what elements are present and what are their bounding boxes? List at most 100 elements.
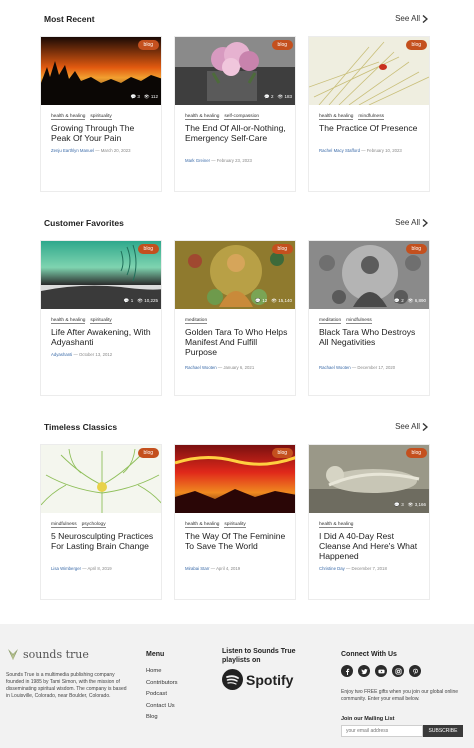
tag-link[interactable]: spirituality [90,114,112,120]
post-stats: 💬 2 👁 6,890 [394,298,426,303]
article-card[interactable]: blog mindfulness psychology 5 Neurosculpt… [40,444,162,600]
author-link[interactable]: Rachael Wooten [319,365,351,370]
post-date: January 6, 2021 [223,365,255,370]
article-card[interactable]: blog 💬 2 👁 183 health & healing self-compa… [174,36,296,192]
article-card[interactable]: blog 💬 12 👁 15,140 meditation Golden Tara… [174,240,296,396]
subscribe-button[interactable]: SUBSCRIBE [423,725,463,737]
tag-link[interactable]: meditation [319,318,342,324]
footer-logo[interactable]: sounds true [6,647,89,661]
article-thumbnail[interactable]: blog 💬 3 👁 112 [41,37,161,105]
post-date: October 13, 2012 [78,352,113,357]
blog-badge: blog [271,40,293,50]
youtube-icon[interactable] [375,665,387,677]
mailing-list-label: Join our Mailing List [341,716,395,722]
footer-menu-podcast[interactable]: Podcast [146,691,178,703]
article-title[interactable]: I Did A 40-Day Rest Cleanse And Here's W… [319,531,423,561]
tag-list: health & healing mindfulness [319,114,385,120]
article-title[interactable]: The End Of All-or-Nothing, Emergency Sel… [185,123,289,143]
tag-link[interactable]: mindfulness [346,318,372,324]
footer-menu-contact[interactable]: Contact Us [146,703,178,715]
tag-link[interactable]: meditation [185,318,208,324]
tag-link[interactable]: health & healing [51,114,86,120]
see-all-link[interactable]: See All [395,422,428,431]
tag-list: meditation [185,318,208,324]
author-link[interactable]: Rachel Macy Stafford [319,148,360,153]
footer-menu-home[interactable]: Home [146,668,178,680]
section-header: Timeless Classics See All [44,422,428,436]
author-link[interactable]: Lisa Wimberger [51,566,81,571]
article-meta: Rachel Macy Stafford — February 10, 2023 [319,148,402,153]
section-most-recent: Most Recent See All blog 💬 3 👁 112 health… [0,14,474,194]
author-link[interactable]: Rachael Wooten [185,365,217,370]
footer-menu-contributors[interactable]: Contributors [146,680,178,692]
article-card[interactable]: blog 💬 3 👁 3,166 health & healing I Did A… [308,444,430,600]
article-meta: Adyashanti — October 13, 2012 [51,352,113,357]
tag-link[interactable]: spirituality [224,522,246,528]
article-title[interactable]: Black Tara Who Destroys All Negativities [319,327,423,347]
article-title[interactable]: Life After Awakening, With Adyashanti [51,327,155,347]
article-title[interactable]: The Practice Of Presence [319,123,423,133]
tag-link[interactable]: self-compassion [224,114,260,120]
article-thumbnail[interactable]: blog 💬 1 👁 10,225 [41,241,161,309]
article-title[interactable]: Growing Through The Peak Of Your Pain [51,123,155,143]
tag-link[interactable]: health & healing [185,114,220,120]
author-link[interactable]: Zenju Earthlyn Manuel [51,148,94,153]
see-all-link[interactable]: See All [395,218,428,227]
tag-list: health & healing spirituality [185,522,246,528]
email-field[interactable] [341,725,423,737]
article-thumbnail[interactable]: blog [41,445,161,513]
post-stats: 💬 3 👁 112 [130,94,158,99]
article-thumbnail[interactable]: blog 💬 12 👁 15,140 [175,241,295,309]
article-card[interactable]: blog health & healing spirituality The Wa… [174,444,296,600]
twitter-icon[interactable] [358,665,370,677]
section-title: Timeless Classics [44,422,118,432]
footer-menu-blog[interactable]: Blog [146,714,178,726]
article-card[interactable]: blog 💬 1 👁 10,225 health & healing spiritu… [40,240,162,396]
article-thumbnail[interactable]: blog 💬 2 👁 6,890 [309,241,429,309]
section-timeless-classics: Timeless Classics See All blog mindfulne… [0,422,474,602]
facebook-icon[interactable] [341,665,353,677]
article-title[interactable]: 5 Neurosculpting Practices For Lasting B… [51,531,155,551]
author-link[interactable]: Adyashanti [51,352,72,357]
post-date: February 23, 2023 [216,158,252,163]
tag-link[interactable]: health & healing [185,522,220,528]
tag-list: health & healing spirituality [51,318,112,324]
post-stats: 💬 3 👁 3,166 [394,502,426,507]
tag-link[interactable]: spirituality [90,318,112,324]
tag-list: health & healing [319,522,354,528]
post-date: February 10, 2023 [366,148,402,153]
connect-heading: Connect With Us [341,651,397,658]
see-all-link[interactable]: See All [395,14,428,23]
tag-link[interactable]: mindfulness [51,522,77,528]
article-thumbnail[interactable]: blog [175,445,295,513]
tag-link[interactable]: psychology [81,522,106,528]
menu-heading: Menu [146,651,165,658]
section-title: Customer Favorites [44,218,124,228]
pinterest-icon[interactable] [409,665,421,677]
tag-link[interactable]: health & healing [319,114,354,120]
post-date: March 20, 2023 [100,148,131,153]
author-link[interactable]: Mirabai Starr [185,566,210,571]
author-link[interactable]: Christine Day [319,566,345,571]
chevron-right-icon [422,422,428,431]
section-header: Most Recent See All [44,14,428,28]
tag-link[interactable]: health & healing [51,318,86,324]
tag-link[interactable]: health & healing [319,522,354,528]
spotify-link[interactable]: Spotify [222,669,293,690]
social-links [341,665,421,677]
tag-link[interactable]: mindfulness [358,114,385,120]
author-link[interactable]: Mark Greiner [185,158,210,163]
chevron-right-icon [422,218,428,227]
article-card[interactable]: blog 💬 3 👁 112 health & healing spirituali… [40,36,162,192]
article-title[interactable]: Golden Tara To Who Helps Manifest And Fu… [185,327,289,357]
spotify-icon [222,669,243,690]
article-thumbnail[interactable]: blog 💬 3 👁 3,166 [309,445,429,513]
article-title[interactable]: The Way Of The Feminine To Save The Worl… [185,531,289,551]
article-thumbnail[interactable]: blog [309,37,429,105]
blog-badge: blog [137,40,159,50]
instagram-icon[interactable] [392,665,404,677]
article-card[interactable]: blog 💬 2 👁 6,890 meditation mindfulness Bl… [308,240,430,396]
blog-badge: blog [405,244,427,254]
article-thumbnail[interactable]: blog 💬 2 👁 183 [175,37,295,105]
article-card[interactable]: blog health & healing mindfulness The Pra… [308,36,430,192]
